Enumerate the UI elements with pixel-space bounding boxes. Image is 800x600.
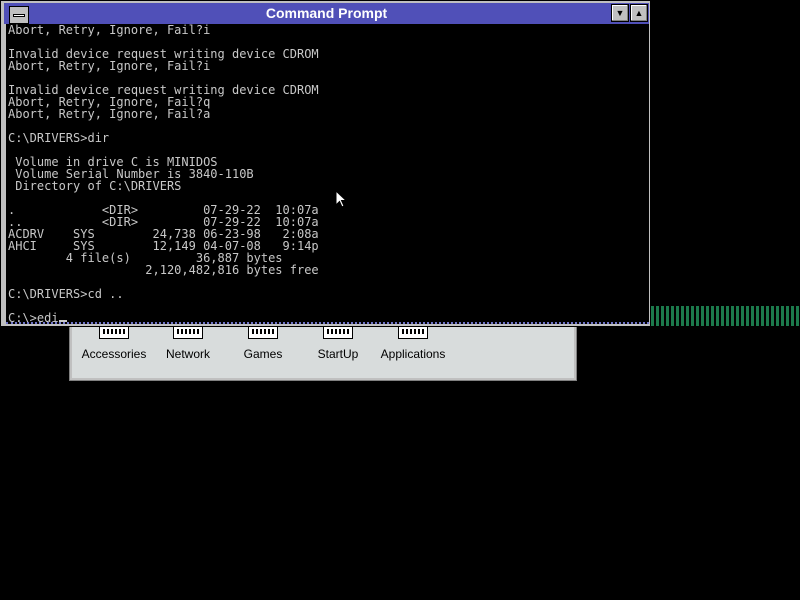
- group-label: Games: [243, 347, 283, 361]
- window-title: Command Prompt: [265, 5, 388, 21]
- program-group-icon: [173, 325, 203, 339]
- program-group-icon: [99, 325, 129, 339]
- program-group-icon: [248, 325, 278, 339]
- console-line: Abort, Retry, Ignore, Fail?i: [8, 59, 211, 73]
- program-group-body: Accessories Network Games StartUp Applic…: [72, 321, 574, 378]
- console-line: Directory of C:\DRIVERS: [8, 179, 182, 193]
- console-text: Abort, Retry, Ignore, Fail?i Invalid devi…: [6, 24, 649, 322]
- title-bar[interactable]: Command Prompt: [4, 3, 649, 24]
- background-strip: [651, 306, 800, 326]
- command-input[interactable]: C:\>edi: [8, 311, 59, 322]
- maximize-button[interactable]: ▲: [630, 4, 648, 22]
- group-games[interactable]: Games: [223, 321, 303, 361]
- group-label: StartUp: [317, 347, 359, 361]
- minimize-button[interactable]: ▼: [611, 4, 629, 22]
- program-group-icon: [323, 325, 353, 339]
- console-line: C:\DRIVERS>dir: [8, 131, 110, 145]
- mouse-pointer-icon: [335, 190, 347, 208]
- console-output[interactable]: Abort, Retry, Ignore, Fail?i Invalid devi…: [6, 24, 649, 324]
- group-network[interactable]: Network: [148, 321, 228, 361]
- console-line: 2,120,482,816 bytes free: [8, 263, 319, 277]
- command-input-line[interactable]: C:\>edi: [8, 311, 649, 322]
- console-line: C:\DRIVERS>cd ..: [8, 287, 124, 301]
- console-line: Abort, Retry, Ignore, Fail?i: [8, 24, 211, 37]
- command-prompt-window: Command Prompt ▼ ▲ Abort, Retry, Ignore,…: [0, 0, 651, 327]
- group-accessories[interactable]: Accessories: [74, 321, 154, 361]
- text-cursor: [58, 320, 67, 322]
- console-line: Abort, Retry, Ignore, Fail?a: [8, 107, 211, 121]
- group-label: Applications: [380, 347, 446, 361]
- program-group-window: Accessories Network Games StartUp Applic…: [69, 318, 577, 381]
- group-startup[interactable]: StartUp: [298, 321, 378, 361]
- group-applications[interactable]: Applications: [373, 321, 453, 361]
- group-label: Network: [165, 347, 210, 361]
- group-label: Accessories: [81, 347, 147, 361]
- program-group-icon: [398, 325, 428, 339]
